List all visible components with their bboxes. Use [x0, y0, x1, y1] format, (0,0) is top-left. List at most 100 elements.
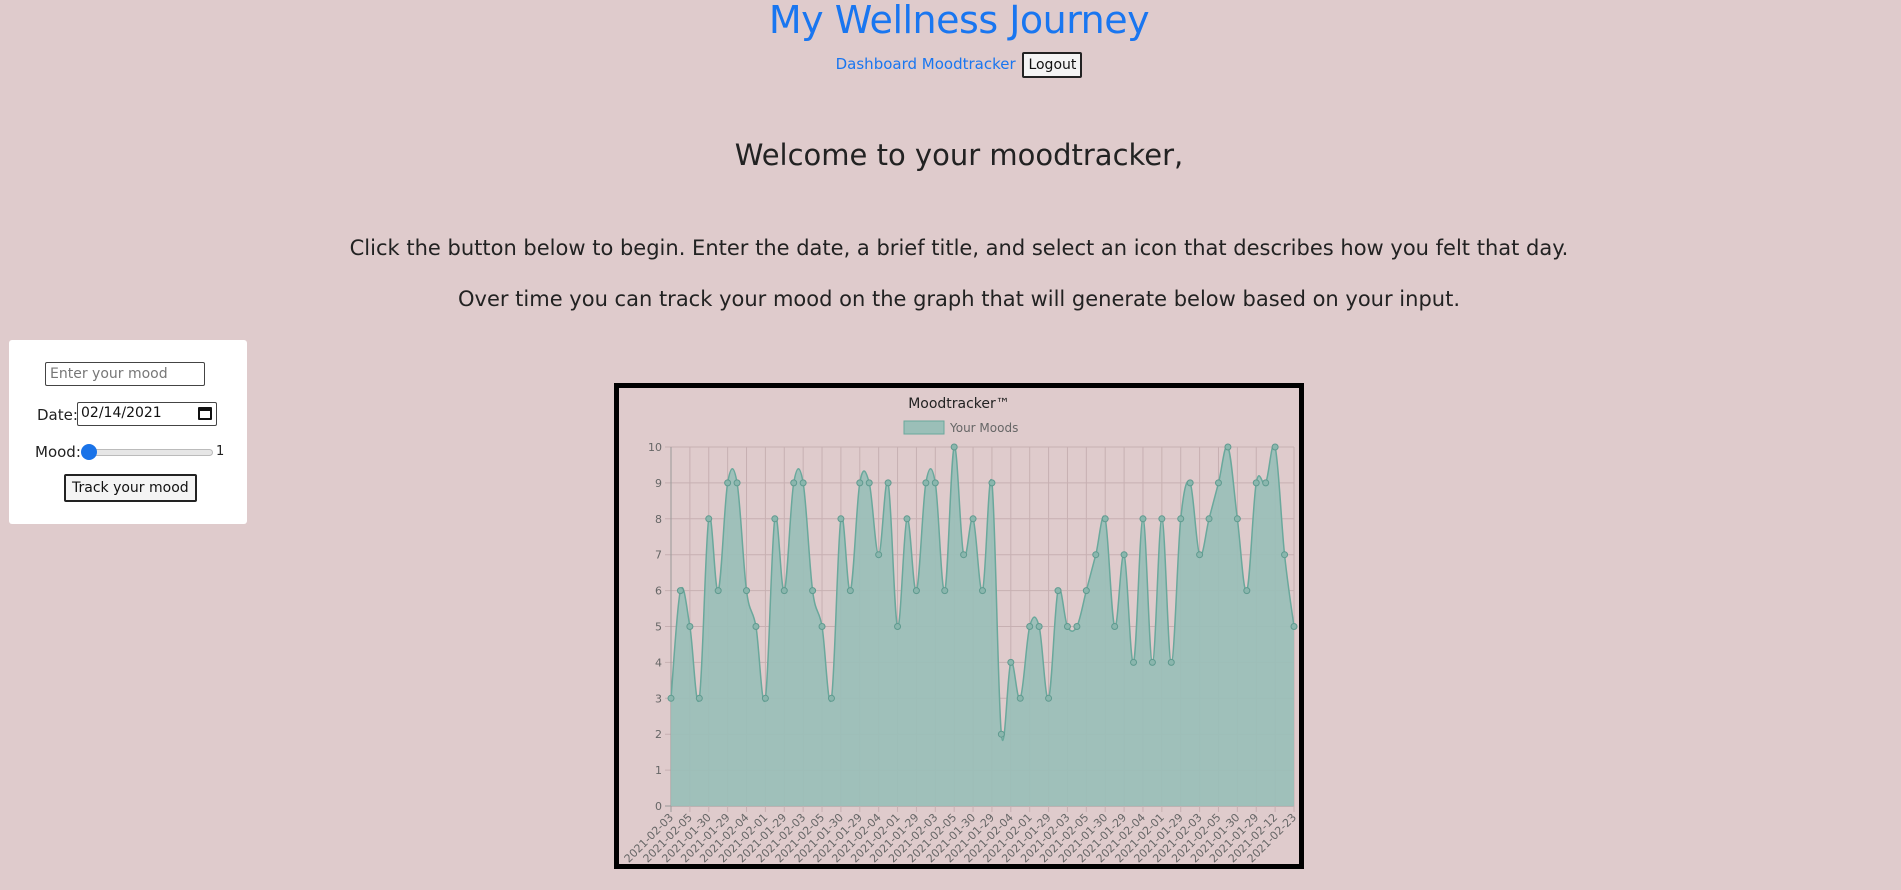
- data-point[interactable]: [969, 515, 977, 523]
- data-point[interactable]: [912, 587, 920, 595]
- data-point[interactable]: [960, 551, 968, 559]
- data-point[interactable]: [676, 587, 684, 595]
- data-point[interactable]: [1016, 694, 1024, 702]
- data-point[interactable]: [1167, 658, 1175, 666]
- data-point[interactable]: [1252, 479, 1260, 487]
- mood-input[interactable]: [45, 362, 205, 386]
- data-point[interactable]: [1205, 515, 1213, 523]
- data-point[interactable]: [1290, 623, 1298, 630]
- data-point[interactable]: [695, 694, 703, 702]
- nav-link-moodtracker[interactable]: Moodtracker: [922, 55, 1016, 73]
- data-point[interactable]: [894, 623, 902, 630]
- welcome-heading: Welcome to your moodtracker,: [734, 138, 1184, 172]
- data-point[interactable]: [1073, 623, 1081, 630]
- data-point[interactable]: [856, 479, 864, 487]
- data-point[interactable]: [1271, 443, 1279, 451]
- y-tick-label: 5: [655, 621, 662, 634]
- data-point[interactable]: [686, 623, 694, 630]
- date-value: 02/14/2021: [81, 405, 162, 421]
- data-point[interactable]: [790, 479, 798, 487]
- mood-area-fill: [671, 444, 1294, 806]
- intro-text-2: Over time you can track your mood on the…: [457, 287, 1460, 311]
- data-point[interactable]: [997, 730, 1005, 738]
- chart-title: Moodtracker™: [908, 396, 1010, 412]
- data-point[interactable]: [771, 515, 779, 523]
- y-tick-label: 1: [655, 764, 662, 777]
- data-point[interactable]: [1281, 551, 1289, 559]
- data-point[interactable]: [799, 479, 807, 487]
- y-tick-label: 10: [648, 441, 662, 454]
- data-point[interactable]: [724, 479, 732, 487]
- data-point[interactable]: [941, 587, 949, 595]
- data-point[interactable]: [809, 587, 817, 595]
- data-point[interactable]: [733, 479, 741, 487]
- data-point[interactable]: [1233, 515, 1241, 523]
- mood-slider-thumb[interactable]: [81, 444, 97, 460]
- data-point[interactable]: [950, 443, 958, 451]
- data-point[interactable]: [667, 694, 675, 702]
- data-point[interactable]: [846, 587, 854, 595]
- data-point[interactable]: [1139, 515, 1147, 523]
- data-point[interactable]: [1007, 658, 1015, 666]
- mood-label: Mood:: [35, 443, 81, 461]
- data-point[interactable]: [818, 623, 826, 630]
- data-point[interactable]: [780, 587, 788, 595]
- y-tick-label: 9: [655, 477, 662, 490]
- data-point[interactable]: [903, 515, 911, 523]
- data-point[interactable]: [931, 479, 939, 487]
- data-point[interactable]: [1063, 623, 1071, 630]
- data-point[interactable]: [761, 694, 769, 702]
- y-tick-label: 2: [655, 728, 662, 741]
- logout-button[interactable]: Logout: [1022, 51, 1083, 78]
- data-point[interactable]: [1243, 587, 1251, 595]
- y-tick-label: 8: [655, 513, 662, 526]
- y-tick-label: 6: [655, 585, 662, 598]
- data-point[interactable]: [922, 479, 930, 487]
- mood-form-panel: Date: 02/14/2021 Mood: 1 Track your mood: [9, 340, 247, 524]
- data-point[interactable]: [837, 515, 845, 523]
- data-point[interactable]: [875, 551, 883, 559]
- legend-swatch[interactable]: [903, 420, 945, 435]
- data-point[interactable]: [1082, 587, 1090, 595]
- data-point[interactable]: [1026, 623, 1034, 630]
- data-point[interactable]: [884, 479, 892, 487]
- data-point[interactable]: [1054, 587, 1062, 595]
- site-title: My Wellness Journey: [768, 0, 1150, 42]
- calendar-icon[interactable]: [198, 407, 212, 420]
- data-point[interactable]: [752, 623, 760, 630]
- data-point[interactable]: [1262, 479, 1270, 487]
- top-nav: Dashboard Moodtracker Logout: [0, 50, 1901, 78]
- mood-slider-value: 1: [216, 444, 225, 459]
- legend-label[interactable]: Your Moods: [949, 421, 1018, 435]
- intro-text-1: Click the button below to begin. Enter t…: [349, 236, 1569, 260]
- data-point[interactable]: [1158, 515, 1166, 523]
- data-point[interactable]: [743, 587, 751, 595]
- track-mood-button[interactable]: Track your mood: [64, 474, 197, 502]
- data-point[interactable]: [1045, 694, 1053, 702]
- data-point[interactable]: [705, 515, 713, 523]
- mood-chart: Moodtracker™ Your Moods 012345678910 202…: [622, 396, 1299, 864]
- data-point[interactable]: [865, 479, 873, 487]
- data-point[interactable]: [1130, 658, 1138, 666]
- data-point[interactable]: [1214, 479, 1222, 487]
- data-point[interactable]: [1120, 551, 1128, 559]
- date-field[interactable]: 02/14/2021: [77, 402, 217, 426]
- data-point[interactable]: [1111, 623, 1119, 630]
- data-point[interactable]: [1092, 551, 1100, 559]
- mood-slider-track[interactable]: [83, 449, 213, 456]
- data-point[interactable]: [988, 479, 996, 487]
- data-point[interactable]: [1101, 515, 1109, 523]
- data-point[interactable]: [1177, 515, 1185, 523]
- mood-chart-frame: Moodtracker™ Your Moods 0 1 2 3 4 5 6 7 8 9 10 202…: [614, 383, 1304, 869]
- data-point[interactable]: [714, 587, 722, 595]
- y-tick-label: 4: [655, 656, 662, 669]
- nav-link-dashboard[interactable]: Dashboard: [836, 55, 917, 73]
- data-point[interactable]: [1035, 623, 1043, 630]
- data-point[interactable]: [827, 694, 835, 702]
- data-point[interactable]: [1186, 479, 1194, 487]
- data-point[interactable]: [1196, 551, 1204, 559]
- data-point[interactable]: [979, 587, 986, 595]
- data-point[interactable]: [1148, 658, 1156, 666]
- data-point[interactable]: [1224, 443, 1232, 451]
- page: My Wellness Journey Dashboard Moodtracke…: [0, 0, 1901, 890]
